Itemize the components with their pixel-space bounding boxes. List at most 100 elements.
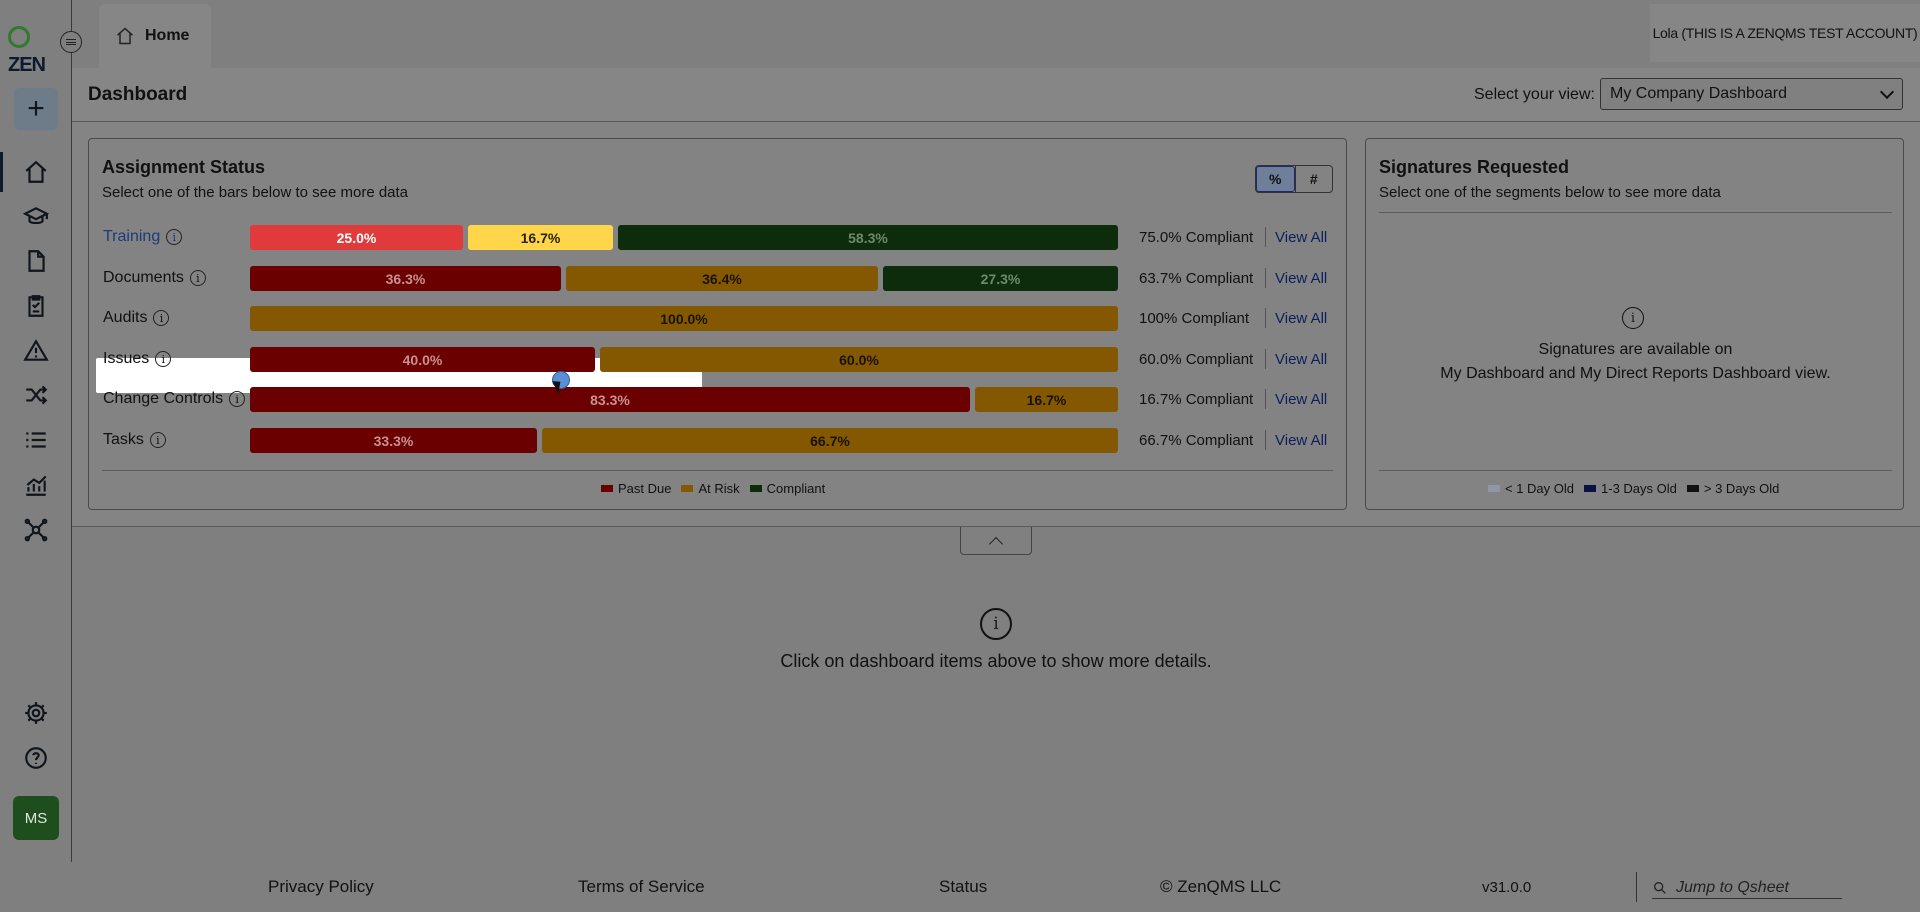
row-label: Training i <box>103 228 183 246</box>
view-all-link[interactable]: View All <box>1275 270 1327 287</box>
assignment-row-change-controls[interactable]: Change Controls i 83.3% 16.7% 16.7% Compl… <box>89 383 1348 415</box>
legend-item-compliant: Compliant <box>749 481 826 496</box>
segment-past-due[interactable]: 25.0% <box>250 225 463 250</box>
nav-audits[interactable] <box>16 288 56 324</box>
nav-settings[interactable] <box>16 695 56 731</box>
row-divider <box>1265 349 1266 369</box>
legend-swatch <box>1686 485 1699 492</box>
help-icon <box>25 747 47 769</box>
legend-label: > 3 Days Old <box>1703 481 1780 496</box>
segment-past-due[interactable]: 33.3% <box>250 428 537 453</box>
info-icon[interactable]: i <box>153 310 170 326</box>
percent-toggle-button[interactable]: % <box>1256 166 1295 192</box>
account-name[interactable]: Lola (THIS IS A ZENQMS TEST ACCOUNT) <box>1650 4 1920 62</box>
row-divider <box>1265 227 1266 247</box>
create-new-button[interactable]: + <box>14 88 58 130</box>
segment-at-risk[interactable]: 16.7% <box>975 387 1118 412</box>
assignment-row-audits[interactable]: Audits i 100.0% 100% Compliant View All <box>89 302 1348 334</box>
info-icon[interactable]: i <box>155 351 172 367</box>
segment-past-due[interactable]: 36.3% <box>250 266 561 291</box>
row-label-text: Tasks <box>103 431 144 448</box>
legend-label: Compliant <box>766 481 826 496</box>
nav-home[interactable] <box>16 154 56 190</box>
view-select[interactable]: My Company Dashboard <box>1600 78 1903 110</box>
info-icon: i <box>1622 307 1644 329</box>
jump-placeholder: Jump to Qsheet <box>1676 878 1789 896</box>
compliance-text: 63.7% Compliant <box>1139 270 1254 287</box>
view-select-label: Select your view: <box>1474 86 1595 103</box>
row-label-text: Documents <box>103 269 184 286</box>
segment-past-due[interactable]: 83.3% <box>250 387 970 412</box>
jump-to-qsheet-input[interactable]: Jump to Qsheet <box>1652 877 1842 899</box>
legend-swatch <box>1488 485 1500 492</box>
nav-network[interactable] <box>16 512 56 548</box>
legend-label: 1-3 Days Old <box>1601 481 1677 496</box>
assignment-row-tasks[interactable]: Tasks i 33.3% 66.7% 66.7% Compliant View … <box>89 424 1348 456</box>
menu-toggle-button[interactable] <box>60 31 82 53</box>
row-label: Issues i <box>103 350 172 368</box>
legend-item-under-1-day: < 1 Day Old <box>1488 481 1574 496</box>
segment-at-risk[interactable]: 100.0% <box>250 306 1118 331</box>
hamburger-icon <box>66 39 76 45</box>
privacy-policy-link[interactable]: Privacy Policy <box>268 877 374 897</box>
details-message: Click on dashboard items above to show m… <box>780 651 1212 671</box>
settings-icon <box>25 702 47 724</box>
view-all-link[interactable]: View All <box>1275 229 1327 246</box>
row-divider <box>1265 268 1266 288</box>
nav-issues[interactable] <box>16 333 56 369</box>
view-all-link[interactable]: View All <box>1275 310 1327 327</box>
tab-home[interactable]: Home <box>99 4 211 68</box>
legend-swatch <box>601 485 613 492</box>
documents-icon <box>28 250 45 272</box>
version-text: v31.0.0 <box>1482 879 1532 896</box>
nav-tasks[interactable] <box>16 422 56 458</box>
training-icon <box>23 207 49 225</box>
assignment-row-issues[interactable]: Issues i 40.0% 60.0% 60.0% Compliant View… <box>89 343 1348 375</box>
view-select-value: My Company Dashboard <box>1610 85 1787 102</box>
compliance-text: 100% Compliant <box>1139 310 1250 327</box>
segment-compliant[interactable]: 27.3% <box>883 266 1118 291</box>
view-all-link[interactable]: View All <box>1275 432 1327 449</box>
status-link[interactable]: Status <box>939 877 987 897</box>
row-label: Change Controls i <box>103 390 246 408</box>
row-label-text: Change Controls <box>103 390 224 407</box>
home-icon <box>117 27 133 45</box>
view-all-link[interactable]: View All <box>1275 351 1327 368</box>
nav-change-controls[interactable] <box>16 377 56 413</box>
signatures-card: Signatures Requested Select one of the s… <box>1365 138 1904 510</box>
info-icon[interactable]: i <box>189 270 206 286</box>
info-icon[interactable]: i <box>229 391 246 407</box>
footer: Privacy Policy Terms of Service Status ©… <box>72 862 1920 912</box>
signatures-subtitle: Select one of the segments below to see … <box>1379 184 1721 201</box>
legend-swatch <box>749 485 762 492</box>
nav-documents[interactable] <box>16 243 56 279</box>
segment-at-risk[interactable]: 36.4% <box>566 266 878 291</box>
info-icon[interactable]: i <box>166 229 183 245</box>
nav-reports[interactable] <box>16 467 56 503</box>
audits-icon <box>28 295 44 317</box>
user-avatar[interactable]: MS <box>13 796 59 840</box>
row-label: Documents i <box>103 269 206 287</box>
signatures-message-line1: Signatures are available on <box>1538 341 1733 358</box>
segment-at-risk[interactable]: 66.7% <box>542 428 1118 453</box>
info-icon[interactable]: i <box>149 432 166 448</box>
segment-at-risk[interactable]: 16.7% <box>468 225 613 250</box>
active-nav-indicator <box>0 152 3 192</box>
zen-logo[interactable]: ZEN <box>8 26 48 76</box>
page-header: Dashboard Select your view: My Company D… <box>72 68 1920 122</box>
nav-help[interactable] <box>16 740 56 776</box>
view-all-link[interactable]: View All <box>1275 391 1327 408</box>
terms-of-service-link[interactable]: Terms of Service <box>578 877 705 897</box>
count-toggle-button[interactable]: # <box>1294 166 1333 192</box>
assignment-row-training[interactable]: Training i 25.0% 16.7% 58.3% 75.0% Compli… <box>89 221 1348 253</box>
segment-at-risk[interactable]: 60.0% <box>600 347 1118 372</box>
segment-compliant[interactable]: 58.3% <box>618 225 1118 250</box>
segment-past-due[interactable]: 40.0% <box>250 347 595 372</box>
card-divider <box>102 470 1333 471</box>
row-label-text: Issues <box>103 350 150 367</box>
logo-mark <box>8 26 30 48</box>
collapse-dashboard-button[interactable] <box>960 527 1032 555</box>
status-bar: 40.0% 60.0% <box>250 347 1118 372</box>
nav-training[interactable] <box>16 199 56 235</box>
assignment-row-documents[interactable]: Documents i 36.3% 36.4% 27.3% 63.7% Compl… <box>89 262 1348 294</box>
